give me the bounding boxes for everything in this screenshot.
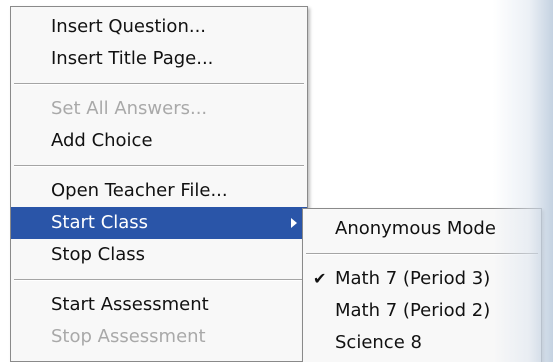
submenu-arrow-icon <box>291 218 297 228</box>
submenu-item-math-7-period-2[interactable]: Math 7 (Period 2) <box>303 295 541 327</box>
start-class-submenu: Anonymous Mode ✔ Math 7 (Period 3) Math … <box>302 208 542 362</box>
menu-item-start-assessment[interactable]: Start Assessment <box>11 289 307 321</box>
menu-item-open-teacher-file[interactable]: Open Teacher File... <box>11 175 307 207</box>
menu-item-insert-title-page[interactable]: Insert Title Page... <box>11 43 307 75</box>
menu-separator <box>14 165 304 167</box>
menu-item-label: Add Choice <box>51 130 153 151</box>
submenu-item-anonymous-mode[interactable]: Anonymous Mode <box>303 213 541 245</box>
submenu-item-science-8[interactable]: Science 8 <box>303 327 541 359</box>
menu-item-label: Insert Title Page... <box>51 48 214 69</box>
menu-separator <box>14 279 304 281</box>
menu-item-label: Stop Assessment <box>51 326 206 347</box>
menu-item-label: Set All Answers... <box>51 98 208 119</box>
checkmark-icon: ✔ <box>313 269 327 288</box>
context-menu: Insert Question... Insert Title Page... … <box>10 6 308 362</box>
submenu-item-math-7-period-3[interactable]: ✔ Math 7 (Period 3) <box>303 263 541 295</box>
menu-item-label: Anonymous Mode <box>335 218 496 239</box>
menu-item-label: Math 7 (Period 3) <box>335 268 491 289</box>
menu-item-insert-question[interactable]: Insert Question... <box>11 11 307 43</box>
menu-separator <box>306 253 538 255</box>
menu-item-label: Start Class <box>51 212 149 233</box>
menu-separator <box>14 83 304 85</box>
menu-item-label: Insert Question... <box>51 16 207 37</box>
menu-item-label: Math 7 (Period 2) <box>335 300 491 321</box>
menu-item-set-all-answers: Set All Answers... <box>11 93 307 125</box>
menu-item-stop-class[interactable]: Stop Class <box>11 239 307 271</box>
menu-item-label: Open Teacher File... <box>51 180 228 201</box>
menu-item-label: Stop Class <box>51 244 145 265</box>
menu-item-label: Start Assessment <box>51 294 209 315</box>
menu-item-add-choice[interactable]: Add Choice <box>11 125 307 157</box>
menu-item-stop-assessment: Stop Assessment <box>11 321 307 353</box>
menu-item-label: Science 8 <box>335 332 422 353</box>
menu-item-start-class[interactable]: Start Class <box>11 207 307 239</box>
